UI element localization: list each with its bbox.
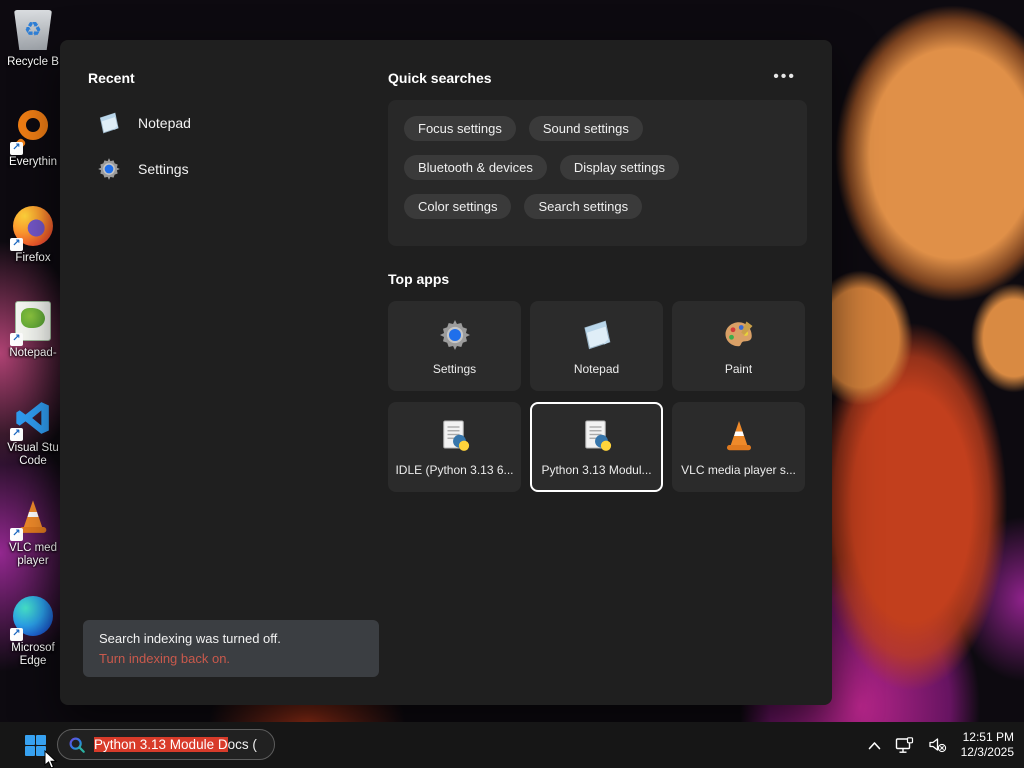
more-options-button[interactable]: ••• <box>767 66 802 88</box>
shortcut-arrow-icon: ↗ <box>10 333 23 346</box>
top-app-label: VLC media player s... <box>681 462 796 477</box>
shortcut-arrow-icon: ↗ <box>10 142 23 155</box>
selected-text: Python 3.13 Module D <box>94 737 228 752</box>
windows-logo-icon <box>24 734 46 756</box>
desktop-icon-notepad-plus-plus[interactable]: ↗ Notepad- <box>2 299 64 360</box>
desktop-icon-label: Microsof Edge <box>11 642 55 667</box>
recycle-bin-icon: ♻ <box>14 10 52 50</box>
top-app-label: Python 3.13 Modul... <box>541 462 652 477</box>
top-app-tile-paint[interactable]: Paint <box>672 301 805 391</box>
top-app-tile-settings[interactable]: Settings <box>388 301 521 391</box>
search-input-text: Python 3.13 Module Docs ( <box>94 737 257 752</box>
desktop-icon-label: VLC med player <box>9 542 57 567</box>
recent-item-label: Notepad <box>138 115 191 131</box>
network-icon[interactable] <box>895 736 914 754</box>
volume-muted-icon[interactable] <box>928 737 947 753</box>
shortcut-arrow-icon: ↗ <box>10 238 23 251</box>
recent-item-notepad[interactable]: Notepad <box>88 100 368 146</box>
vlc-cone-icon <box>726 420 751 450</box>
top-app-tile-vlc[interactable]: VLC media player s... <box>672 402 805 492</box>
top-app-label: Paint <box>724 361 753 376</box>
clock-date: 12/3/2025 <box>960 745 1014 759</box>
recent-header: Recent <box>88 70 135 86</box>
desktop-icon-recycle-bin[interactable]: ♻ Recycle B <box>2 8 64 69</box>
top-app-label: IDLE (Python 3.13 6... <box>395 462 514 477</box>
indexing-notice-text: Search indexing was turned off. <box>99 631 281 646</box>
notepad-icon <box>583 320 610 349</box>
python-document-icon <box>442 419 469 451</box>
desktop-icon-microsoft-edge[interactable]: ↗ Microsof Edge <box>2 594 64 668</box>
hidden-icons-chevron-icon[interactable] <box>868 741 881 750</box>
desktop-icon-label: Everythin <box>9 156 57 168</box>
desktop-icon-label: Visual Stu Code <box>7 442 59 467</box>
recent-item-label: Settings <box>138 161 189 177</box>
desktop: ♻ Recycle B ↗ Everythin ↗ Firefox ↗ Note… <box>0 0 1024 768</box>
quick-search-pill[interactable]: Search settings <box>524 194 643 219</box>
quick-search-pill[interactable]: Color settings <box>404 194 512 219</box>
shortcut-arrow-icon: ↗ <box>10 528 23 541</box>
gear-icon <box>439 319 470 350</box>
gear-icon <box>98 158 120 180</box>
quick-search-pill[interactable]: Display settings <box>559 155 679 180</box>
taskbar-search-box[interactable]: Python 3.13 Module Docs ( <box>57 729 275 760</box>
top-app-tile-notepad[interactable]: Notepad <box>530 301 663 391</box>
desktop-icon-label: Firefox <box>15 252 51 264</box>
top-app-tile-idle-python[interactable]: IDLE (Python 3.13 6... <box>388 402 521 492</box>
recent-list: Notepad Settings <box>88 100 368 192</box>
search-flyout-panel: Recent Notepad Settings Quick searches •… <box>60 40 832 705</box>
quick-search-pill[interactable]: Bluetooth & devices <box>404 155 547 180</box>
desktop-icon-label: Notepad- <box>9 347 57 359</box>
quick-search-pill[interactable]: Sound settings <box>528 116 643 141</box>
recent-item-settings[interactable]: Settings <box>88 146 368 192</box>
notepad-icon <box>99 112 119 134</box>
everything-search-icon <box>18 110 48 140</box>
desktop-icon-firefox[interactable]: ↗ Firefox <box>2 204 64 265</box>
taskbar: Python 3.13 Module Docs ( 12:51 PM 12/3/… <box>0 722 1024 768</box>
shortcut-arrow-icon: ↗ <box>10 428 23 441</box>
quick-searches-header: Quick searches <box>388 70 492 86</box>
mouse-cursor <box>44 750 58 768</box>
clock-time: 12:51 PM <box>962 730 1014 744</box>
quick-search-pill[interactable]: Focus settings <box>404 116 516 141</box>
turn-indexing-on-link[interactable]: Turn indexing back on. <box>99 651 363 666</box>
top-app-label: Settings <box>432 361 477 376</box>
desktop-icon-visual-studio-code[interactable]: ↗ Visual Stu Code <box>2 396 64 468</box>
search-icon <box>69 737 85 753</box>
clock[interactable]: 12:51 PM 12/3/2025 <box>961 730 1014 760</box>
top-app-tile-python-module-docs[interactable]: Python 3.13 Modul... <box>530 402 663 492</box>
indexing-notice: Search indexing was turned off. Turn ind… <box>83 620 379 677</box>
top-apps-grid: Settings Notepad Paint IDLE (Python 3.13… <box>388 301 808 492</box>
top-app-label: Notepad <box>573 361 620 376</box>
desktop-icon-everything[interactable]: ↗ Everythin <box>2 106 64 169</box>
system-tray: 12:51 PM 12/3/2025 <box>868 722 1014 768</box>
top-apps-header: Top apps <box>388 271 450 287</box>
shortcut-arrow-icon: ↗ <box>10 628 23 641</box>
quick-searches-box: Focus settings Sound settings Bluetooth … <box>388 100 807 246</box>
python-document-icon <box>584 419 611 451</box>
paint-palette-icon <box>725 321 752 346</box>
desktop-icon-vlc[interactable]: ↗ VLC med player <box>2 496 64 568</box>
desktop-icon-label: Recycle B <box>7 56 59 68</box>
